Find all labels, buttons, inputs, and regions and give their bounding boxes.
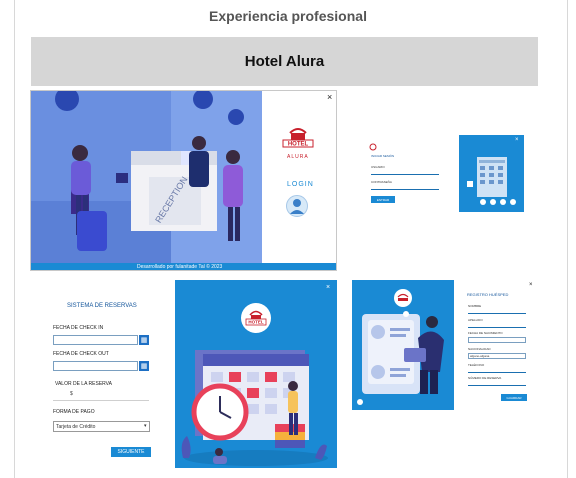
next-button[interactable]: SIGUIENTE (111, 447, 151, 457)
user-label: USUARIO (371, 165, 385, 169)
project-banner: Hotel Alura (31, 37, 538, 86)
calendar-screenshot: × HOTEL (175, 280, 337, 468)
hotel-logo-text: HOTEL (288, 142, 309, 148)
menu-illustration (467, 157, 516, 205)
close-icon[interactable]: × (326, 283, 330, 292)
phone-label: TELÉFONO (468, 363, 485, 367)
name-field[interactable] (468, 313, 526, 314)
reservation-title: SISTEMA DE RESERVAS (67, 303, 137, 309)
enter-button[interactable]: ENTRAR (371, 196, 395, 203)
checkin-input[interactable] (53, 335, 138, 345)
reservation-number-label: NÚMERO DE RESERVA (468, 376, 502, 380)
nationality-label: NACIONALIDAD (468, 347, 491, 351)
nationality-value: afgano-afgana (470, 354, 490, 358)
close-icon[interactable]: × (529, 281, 533, 290)
value-field (53, 400, 149, 401)
close-icon[interactable]: × (515, 136, 519, 145)
project-title: Hotel Alura (244, 53, 325, 70)
login-form-screenshot: INICIAR SESIÓN USUARIO CONTRASEÑA ENTRAR (362, 143, 442, 207)
login-avatar-button[interactable] (286, 195, 308, 217)
reservation-screenshot: SISTEMA DE RESERVAS FECHA DE CHECK IN ▦ … (46, 290, 162, 465)
chevron-down-icon: ▾ (144, 423, 147, 429)
login-label: LOGIN (287, 181, 314, 188)
reception-illustration: RECEPTION (31, 91, 262, 263)
calendar-icon[interactable]: ▦ (139, 335, 149, 345)
checkout-label: FECHA DE CHECK OUT (53, 351, 109, 357)
user-icon (290, 199, 304, 214)
checkin-label: FECHA DE CHECK IN (53, 325, 104, 331)
payment-select[interactable]: Tarjeta de Crédito ▾ (53, 421, 150, 432)
user-field[interactable] (371, 174, 439, 175)
hotel-logo-text: HOTEL (248, 320, 264, 325)
calendar-icon[interactable]: ▦ (139, 361, 149, 371)
close-icon[interactable]: × (327, 93, 332, 102)
password-label: CONTRASEÑA (371, 180, 392, 184)
payment-label: FORMA DE PAGO (53, 409, 95, 415)
hotel-logo-subtext: ALURA (287, 154, 309, 160)
hotel-logo-icon: HOTEL (245, 310, 267, 326)
login-footer-text: Desarrollado por fulanitade Tal © 2023 (137, 264, 223, 270)
register-illustration (357, 289, 444, 405)
phone-field[interactable] (468, 372, 526, 373)
name-label: NOMBRE (468, 304, 482, 308)
hotel-logo-icon: HOTEL (282, 128, 314, 148)
value-symbol: $ (70, 391, 73, 397)
payment-selected-value: Tarjeta de Crédito (56, 424, 96, 430)
password-field[interactable] (371, 189, 439, 190)
login-form-title: INICIAR SESIÓN (371, 154, 395, 158)
value-label: VALOR DE LA RESERVA (55, 381, 112, 387)
register-screenshot: × REGISTRO HUÉSPED NOMBRE APELLIDO FECHA… (352, 280, 538, 410)
hotel-logo-icon (369, 143, 377, 151)
register-illustration-panel (352, 280, 454, 410)
calendar-illustration (181, 350, 328, 466)
login-screenshot: RECEPTION × HOTEL ALURA LOGIN Desarrolla… (30, 90, 337, 271)
section-title: Experiencia profesional (209, 8, 367, 24)
checkout-input[interactable] (53, 361, 138, 371)
surname-label: APELLIDO (468, 318, 483, 322)
menu-screenshot: × (459, 135, 524, 212)
hotel-logo-badge: HOTEL (241, 303, 271, 333)
save-button[interactable]: GUARDAR (501, 394, 527, 401)
surname-field[interactable] (468, 327, 526, 328)
birthdate-input[interactable] (468, 337, 526, 343)
nationality-select[interactable]: afgano-afgana (468, 353, 526, 359)
register-title: REGISTRO HUÉSPED (467, 292, 509, 297)
birthdate-label: FECHA DE NACIMIENTO (468, 331, 503, 335)
reservation-number-field[interactable] (468, 385, 526, 386)
